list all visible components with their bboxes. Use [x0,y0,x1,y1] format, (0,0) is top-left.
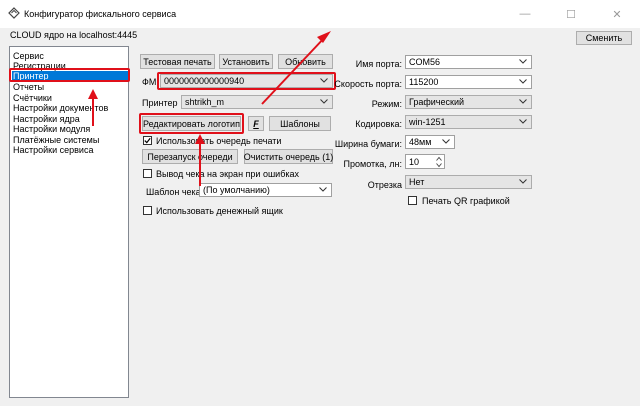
arrow-to-update-annotation [261,31,331,105]
annotation-arrows [88,31,331,186]
arrow-to-edit-logo-annotation [195,134,205,186]
arrow-to-printer-annotation [88,89,98,126]
